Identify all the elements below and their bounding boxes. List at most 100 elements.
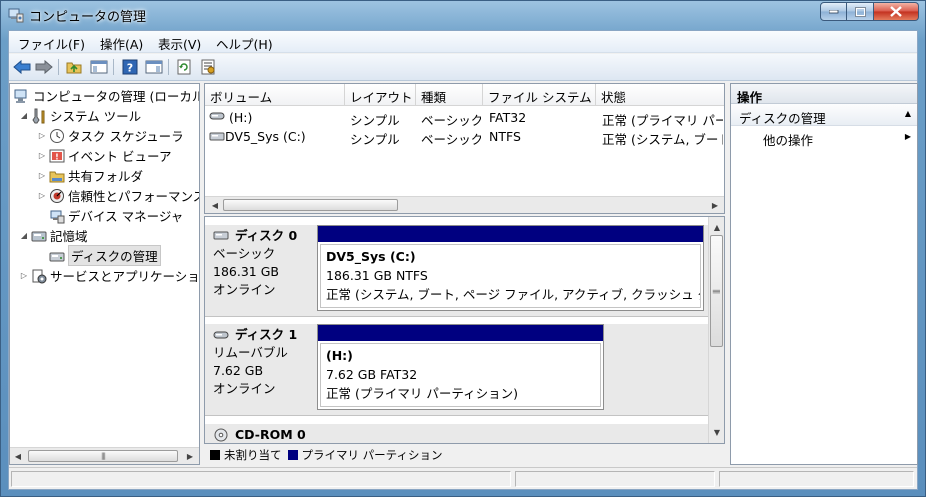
status-cell	[11, 471, 511, 487]
menu-action[interactable]: 操作(A)	[100, 34, 143, 53]
tree-item-storage[interactable]: ◢ 記憶域	[19, 226, 88, 245]
graph-vertical-scrollbar[interactable]: ▲ ||| ▼	[708, 217, 724, 443]
up-level-button[interactable]	[65, 57, 85, 77]
scroll-thumb[interactable]	[223, 199, 398, 211]
tree-item-system-tools[interactable]: ◢ システム ツール	[19, 106, 141, 125]
legend-unallocated: 未割り当て	[224, 447, 282, 462]
tree-label: システム ツール	[50, 109, 142, 124]
action-pane-icon	[145, 60, 163, 74]
computer-icon	[14, 88, 30, 104]
column-header-status[interactable]: 状態	[596, 84, 724, 106]
expand-icon[interactable]: ▷	[19, 271, 29, 280]
menu-file[interactable]: ファイル(F)	[18, 34, 85, 53]
expand-icon[interactable]: ▷	[37, 171, 47, 180]
scroll-thumb[interactable]: |||	[710, 235, 723, 347]
more-actions-item[interactable]: 他の操作 ▶	[731, 126, 917, 149]
disk-name: ディスク 1	[235, 327, 298, 342]
toolbar-separator	[113, 59, 114, 75]
column-header-layout[interactable]: レイアウト	[345, 84, 416, 106]
scroll-left-icon[interactable]: ◀	[207, 197, 223, 213]
expand-icon[interactable]: ▷	[37, 191, 47, 200]
volume-name: DV5_Sys (C:)	[225, 129, 306, 144]
partition-size: 7.62 GB FAT32	[326, 367, 418, 382]
partition-c[interactable]: DV5_Sys (C:) 186.31 GB NTFS 正常 (システム, ブー…	[317, 225, 704, 311]
tree-label: ディスクの管理	[68, 245, 161, 266]
primary-partition-bar	[318, 226, 703, 242]
legend: 未割り当て プライマリ パーティション	[204, 445, 725, 464]
help-button[interactable]: ?	[120, 57, 140, 77]
tree-item-computer-management[interactable]: コンピュータの管理 (ローカル)	[12, 86, 199, 105]
maximize-button[interactable]	[847, 2, 874, 21]
actions-header: 操作	[731, 84, 917, 105]
scroll-right-icon[interactable]: ▶	[707, 197, 723, 213]
disk-management-icon	[49, 248, 65, 264]
close-button[interactable]	[874, 2, 919, 21]
toolbar-separator	[168, 59, 169, 75]
partition-label: DV5_Sys (C:)	[326, 249, 416, 264]
help-icon: ?	[122, 59, 138, 75]
disk-type: ベーシック	[213, 246, 276, 261]
tree-item-services-applications[interactable]: ▷ サービスとアプリケーション	[19, 266, 200, 285]
tree-item-reliability-performance[interactable]: ▷ 信頼性とパフォーマンス	[37, 186, 199, 205]
services-icon	[31, 268, 47, 284]
column-header-volume[interactable]: ボリューム	[205, 84, 345, 106]
tree-item-event-viewer[interactable]: ▷ ! イベント ビューア	[37, 146, 171, 165]
volume-status: 正常 (プライマリ パーティション)	[602, 113, 723, 128]
tree-horizontal-scrollbar[interactable]: ◀ ||| ▶	[10, 447, 199, 464]
scroll-up-icon[interactable]: ▲	[709, 219, 724, 235]
removable-disk-icon	[213, 329, 229, 341]
disk-info: ディスク 1 リムーバブル 7.62 GB オンライン	[213, 326, 297, 398]
tree-item-device-manager[interactable]: デバイス マネージャ	[47, 206, 183, 225]
drive-icon	[209, 129, 225, 146]
volume-list-horizontal-scrollbar[interactable]: ◀ ▶	[205, 196, 724, 213]
actions-pane: 操作 ディスクの管理 ▲ 他の操作 ▶	[730, 83, 918, 465]
disk-icon	[213, 230, 229, 242]
scroll-right-icon[interactable]: ▶	[182, 448, 198, 464]
show-hide-tree-button[interactable]	[89, 57, 109, 77]
collapse-up-icon[interactable]: ▲	[905, 109, 911, 118]
expand-icon[interactable]: ▷	[37, 151, 47, 160]
title-bar[interactable]: コンピュータの管理	[1, 1, 925, 29]
tree-label: 記憶域	[50, 229, 88, 244]
disk-status: オンライン	[213, 381, 276, 396]
partition-status: 正常 (システム, ブート, ページ ファイル, アクティブ, クラッシュ ダン…	[326, 287, 701, 302]
collapse-icon[interactable]: ◢	[19, 231, 29, 240]
tree-label: 共有フォルダ	[68, 169, 144, 184]
status-cell	[515, 471, 715, 487]
collapse-icon[interactable]: ◢	[19, 111, 29, 120]
menu-help[interactable]: ヘルプ(H)	[216, 34, 273, 53]
scroll-left-icon[interactable]: ◀	[10, 448, 26, 464]
volume-type: ベーシック	[421, 132, 481, 147]
show-hide-action-pane-button[interactable]	[144, 57, 164, 77]
close-icon	[890, 6, 902, 17]
minimize-button[interactable]	[820, 2, 847, 21]
actions-section-disk-management[interactable]: ディスクの管理 ▲	[731, 104, 917, 126]
scroll-down-icon[interactable]: ▼	[709, 424, 724, 440]
tree-label: サービスとアプリケーション	[50, 269, 200, 284]
column-header-type[interactable]: 種類	[416, 84, 483, 106]
storage-icon	[31, 228, 47, 244]
refresh-icon	[177, 59, 191, 75]
back-button[interactable]	[12, 57, 32, 77]
disk-row[interactable]: ディスク 1 リムーバブル 7.62 GB オンライン (H:) 7.62 GB…	[205, 324, 708, 416]
tree-item-task-scheduler[interactable]: ▷ タスク スケジューラ	[37, 126, 184, 145]
partition-details: (H:) 7.62 GB FAT32 正常 (プライマリ パーティション)	[320, 343, 601, 407]
maximize-icon	[854, 6, 866, 17]
column-header-filesystem[interactable]: ファイル システム	[483, 84, 596, 106]
partition-label: (H:)	[326, 348, 353, 363]
partition-h[interactable]: (H:) 7.62 GB FAT32 正常 (プライマリ パーティション)	[317, 324, 604, 410]
expand-icon[interactable]: ▷	[37, 131, 47, 140]
computer-management-icon	[8, 7, 24, 23]
properties-button[interactable]	[198, 57, 218, 77]
performance-icon	[49, 188, 65, 204]
disk-row[interactable]: ディスク 0 ベーシック 186.31 GB オンライン DV5_Sys (C:…	[205, 225, 708, 317]
scroll-thumb[interactable]: |||	[28, 450, 178, 462]
console-tree: コンピュータの管理 (ローカル) ◢ システム ツール ▷ タスク スケジューラ…	[9, 83, 200, 465]
tree-item-disk-management[interactable]: ディスクの管理	[47, 245, 161, 266]
refresh-button[interactable]	[174, 57, 194, 77]
forward-button[interactable]	[34, 57, 54, 77]
more-actions-label: 他の操作	[763, 133, 814, 148]
disk-row[interactable]: CD-ROM 0	[205, 424, 708, 443]
menu-view[interactable]: 表示(V)	[158, 34, 201, 53]
tree-item-shared-folders[interactable]: ▷ 共有フォルダ	[37, 166, 143, 185]
